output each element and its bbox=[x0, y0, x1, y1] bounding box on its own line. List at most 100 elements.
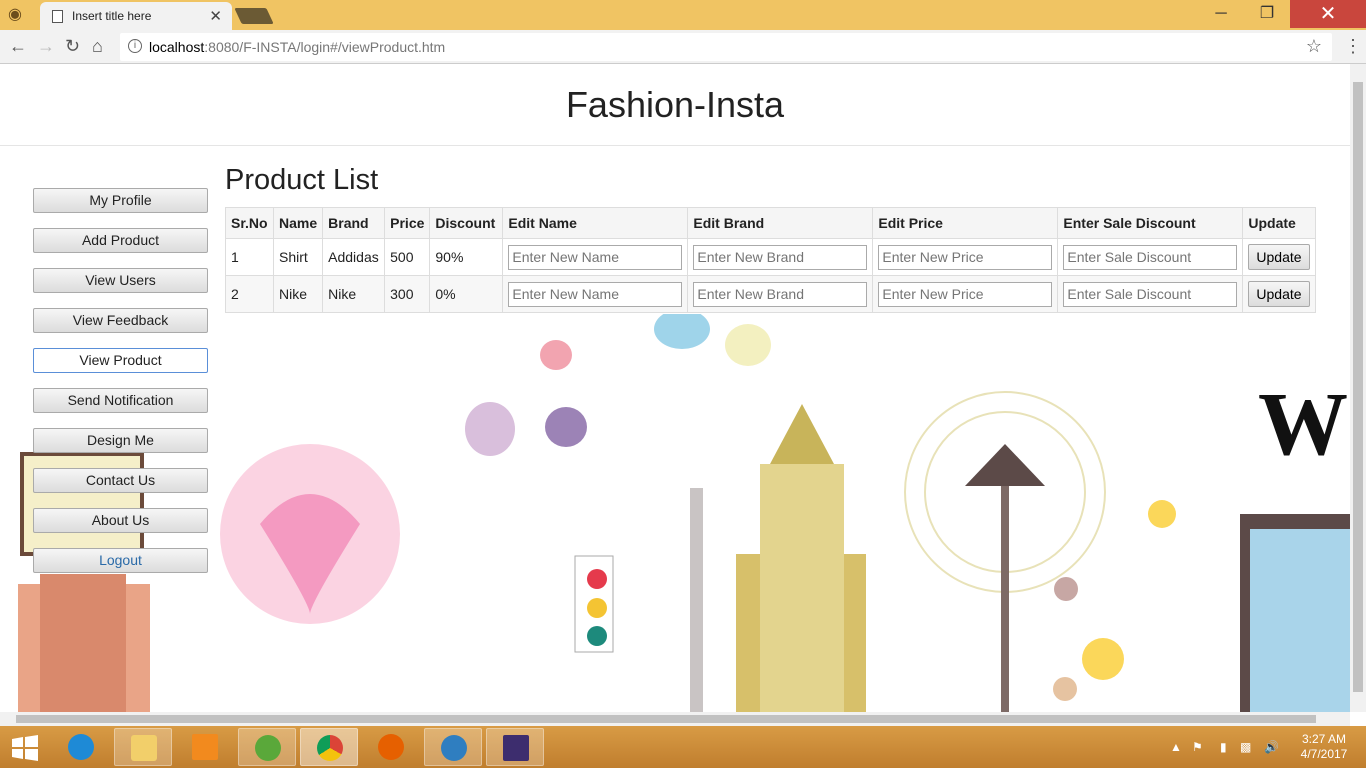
edit-brand-input[interactable] bbox=[693, 281, 868, 307]
add-product-button[interactable]: Add Product bbox=[33, 228, 208, 253]
new-tab-button[interactable] bbox=[234, 8, 274, 24]
cell-edit-brand bbox=[687, 238, 874, 276]
logout-button[interactable]: Logout bbox=[33, 548, 208, 573]
view-feedback-button[interactable]: View Feedback bbox=[33, 308, 208, 333]
mysql-taskbar-button[interactable] bbox=[424, 728, 482, 766]
internet-explorer-icon bbox=[68, 734, 94, 760]
firefox-taskbar-button[interactable] bbox=[362, 728, 420, 766]
chrome-icon bbox=[317, 735, 343, 761]
cell-srno: 2 bbox=[225, 275, 274, 313]
cell-sale-discount bbox=[1057, 238, 1244, 276]
admin-sidebar: My Profile Add Product View Users View F… bbox=[33, 188, 208, 588]
scrollbar-thumb[interactable] bbox=[16, 715, 1316, 723]
cell-srno: 1 bbox=[225, 238, 274, 276]
column-header: Name bbox=[272, 207, 324, 239]
vlc-taskbar-button[interactable] bbox=[176, 728, 234, 766]
start-button[interactable] bbox=[0, 728, 50, 766]
utorrent-icon bbox=[255, 735, 281, 761]
update-button[interactable]: Update bbox=[1248, 244, 1310, 270]
window-close-icon[interactable]: ✕ bbox=[1290, 0, 1366, 28]
chrome-taskbar-button[interactable] bbox=[300, 728, 358, 766]
cell-update: Update bbox=[1242, 275, 1317, 313]
dolphin-icon bbox=[441, 735, 467, 761]
reload-icon[interactable]: ↻ bbox=[65, 36, 80, 57]
explorer-taskbar-button[interactable] bbox=[114, 728, 172, 766]
svg-text:W: W bbox=[1258, 375, 1348, 474]
page-icon bbox=[52, 10, 63, 23]
page-title: Product List bbox=[225, 164, 379, 196]
vlc-icon bbox=[192, 734, 218, 760]
edit-name-input[interactable] bbox=[508, 244, 683, 270]
browser-toolbar: ← → ↻ ⌂ i localhost:8080/F-INSTA/login#/… bbox=[0, 30, 1366, 64]
update-button[interactable]: Update bbox=[1248, 281, 1310, 307]
minimize-icon[interactable]: ─ bbox=[1198, 0, 1244, 28]
back-icon[interactable]: ← bbox=[9, 36, 27, 57]
taskbar: ▲ ⚑ ▮ ▩ 🔊 3:27 AM 4/7/2017 bbox=[0, 726, 1366, 768]
table-row: 1 Shirt Addidas 500 90% Update bbox=[225, 238, 1317, 276]
column-header: Price bbox=[384, 207, 431, 239]
incognito-icon: ◉ bbox=[8, 6, 22, 23]
browser-menu-icon[interactable]: ⋮ bbox=[1344, 36, 1362, 57]
edit-name-input[interactable] bbox=[508, 281, 683, 307]
cell-edit-name bbox=[502, 238, 689, 276]
eclipse-taskbar-button[interactable] bbox=[486, 728, 544, 766]
contact-us-button[interactable]: Contact Us bbox=[33, 468, 208, 493]
cell-name: Nike bbox=[272, 275, 324, 313]
column-header: Enter Sale Discount bbox=[1057, 207, 1244, 239]
my-profile-button[interactable]: My Profile bbox=[33, 188, 208, 213]
close-tab-icon[interactable]: ✕ bbox=[209, 7, 222, 25]
page-content: W Fashion-Insta My Profile Add Product V… bbox=[0, 64, 1350, 712]
table-header-row: Sr.No Name Brand Price Discount Edit Nam… bbox=[225, 207, 1317, 239]
forward-icon[interactable]: → bbox=[37, 36, 55, 57]
show-hidden-icons-icon[interactable]: ▲ bbox=[1170, 740, 1182, 754]
browser-tab[interactable]: Insert title here ✕ bbox=[40, 2, 232, 30]
site-title: Fashion-Insta bbox=[565, 84, 785, 125]
column-header: Discount bbox=[429, 207, 504, 239]
vertical-scrollbar[interactable] bbox=[1350, 64, 1366, 712]
cell-edit-brand bbox=[687, 275, 874, 313]
info-icon[interactable]: i bbox=[128, 39, 142, 53]
sale-discount-input[interactable] bbox=[1063, 244, 1238, 270]
system-clock[interactable]: 3:27 AM 4/7/2017 bbox=[1292, 732, 1356, 762]
eclipse-icon bbox=[503, 735, 529, 761]
url-host: localhost bbox=[149, 39, 205, 55]
ie-taskbar-button[interactable] bbox=[52, 728, 110, 766]
url-path: :8080/F-INSTA/login#/viewProduct.htm bbox=[204, 39, 446, 55]
home-icon[interactable]: ⌂ bbox=[92, 36, 103, 57]
utorrent-taskbar-button[interactable] bbox=[238, 728, 296, 766]
edit-brand-input[interactable] bbox=[693, 244, 868, 270]
tab-title: Insert title here bbox=[72, 9, 152, 23]
sale-discount-input[interactable] bbox=[1063, 281, 1238, 307]
cell-discount: 90% bbox=[429, 238, 504, 276]
battery-icon[interactable]: ▮ bbox=[1220, 740, 1227, 754]
about-us-button[interactable]: About Us bbox=[33, 508, 208, 533]
table-row: 2 Nike Nike 300 0% Update bbox=[225, 275, 1317, 313]
cell-update: Update bbox=[1242, 238, 1317, 276]
network-signal-icon[interactable]: ▩ bbox=[1240, 740, 1251, 754]
view-product-button[interactable]: View Product bbox=[33, 348, 208, 373]
cell-brand: Nike bbox=[322, 275, 386, 313]
view-users-button[interactable]: View Users bbox=[33, 268, 208, 293]
design-me-button[interactable]: Design Me bbox=[33, 428, 208, 453]
maximize-icon[interactable]: ❐ bbox=[1244, 0, 1290, 28]
column-header: Edit Brand bbox=[687, 207, 874, 239]
address-bar[interactable]: i localhost:8080/F-INSTA/login#/viewProd… bbox=[120, 33, 1332, 61]
volume-icon[interactable]: 🔊 bbox=[1264, 740, 1279, 754]
cell-discount: 0% bbox=[429, 275, 504, 313]
horizontal-scrollbar[interactable] bbox=[0, 712, 1350, 726]
browser-titlebar: ◉ Insert title here ✕ ─ ❐ ✕ bbox=[0, 0, 1366, 30]
folder-icon bbox=[131, 735, 157, 761]
firefox-icon bbox=[378, 734, 404, 760]
column-header: Update bbox=[1242, 207, 1317, 239]
clock-time: 3:27 AM bbox=[1301, 732, 1347, 746]
edit-price-input[interactable] bbox=[878, 281, 1053, 307]
send-notification-button[interactable]: Send Notification bbox=[33, 388, 208, 413]
column-header: Brand bbox=[322, 207, 386, 239]
bookmark-star-icon[interactable]: ☆ bbox=[1306, 36, 1322, 57]
product-list-section: Product List Sr.No Name Brand Price Disc… bbox=[225, 164, 1317, 313]
action-center-flag-icon[interactable]: ⚑ bbox=[1192, 740, 1203, 754]
cell-edit-price bbox=[872, 275, 1059, 313]
cell-edit-name bbox=[502, 275, 689, 313]
edit-price-input[interactable] bbox=[878, 244, 1053, 270]
scrollbar-thumb[interactable] bbox=[1353, 82, 1363, 692]
